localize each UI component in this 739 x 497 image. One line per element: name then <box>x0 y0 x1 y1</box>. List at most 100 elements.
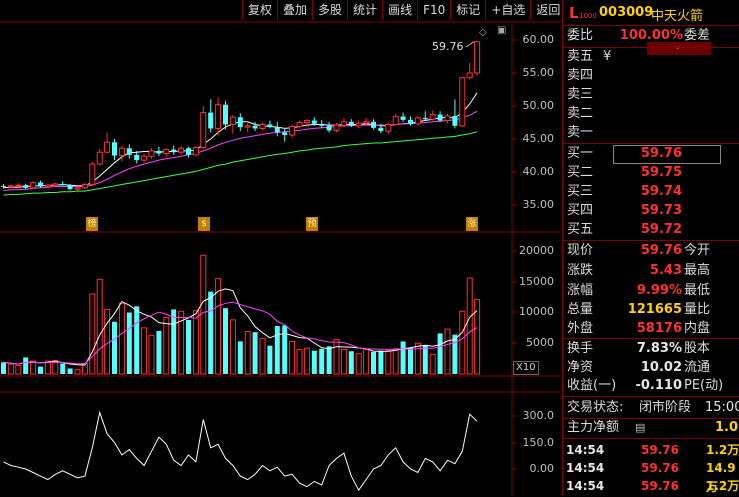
marker-dollar[interactable]: $ <box>198 217 210 231</box>
candle-body <box>208 112 214 129</box>
stat-value: -0.110 <box>635 378 682 393</box>
tb-add-watchlist-button[interactable]: +自选 <box>485 0 530 20</box>
candle-body <box>223 104 228 125</box>
volume-bar <box>171 309 177 374</box>
stat-label2: 流通 <box>684 360 711 375</box>
candle-body <box>96 151 103 165</box>
buy-label: 买五 <box>567 222 594 237</box>
trade-status-row: 交易状态: 闭市阶段 15:00 <box>563 398 739 418</box>
stat2-row: 收益(一) -0.110 PE(动) <box>563 376 739 396</box>
sell5-row[interactable]: 卖五 ¥ <box>563 47 739 67</box>
volume-bar <box>289 340 296 375</box>
market-sub: 1000 <box>579 12 597 20</box>
candle-body <box>178 147 185 153</box>
buy-price: 59.73 <box>640 203 682 218</box>
chart-area[interactable]: 复权 叠加 多股 统计 画线 F10 标记 +自选 返回 ◇ ▣ 59.76 6… <box>0 0 560 496</box>
volume-bar <box>333 339 340 375</box>
candle-body <box>392 116 399 125</box>
volume-bar <box>192 310 199 375</box>
window-icon[interactable]: ▣ <box>497 25 506 36</box>
marker-yu[interactable]: 预 <box>306 217 318 231</box>
tb-back-button[interactable]: 返回 <box>530 0 565 20</box>
price-axis-label: 60.00 <box>522 33 555 46</box>
tick-price: 59.76 <box>641 461 679 475</box>
buy2-row[interactable]: 买二 59.75 <box>563 163 739 183</box>
max-price-label: 59.76 <box>432 40 464 53</box>
candle-body <box>192 147 199 156</box>
main-net-row[interactable]: 主力净额 ▤ 1.0 <box>563 418 739 438</box>
volume-bar <box>363 348 370 375</box>
diamond-icon[interactable]: ◇ <box>479 27 487 38</box>
buy5-row[interactable]: 买五 59.72 <box>563 220 739 240</box>
tick-time: 14:54 <box>566 461 605 475</box>
buy-label: 买二 <box>567 165 594 180</box>
indicator-line <box>3 410 478 492</box>
candle-body <box>333 124 340 131</box>
tb-stats-button[interactable]: 统计 <box>347 0 382 20</box>
candle-body <box>118 147 125 157</box>
volume-bar <box>1 362 6 374</box>
marker-zhang[interactable]: 涨 <box>466 217 478 231</box>
chart-toolbar: 复权 叠加 多股 统计 画线 F10 标记 +自选 返回 <box>242 0 565 22</box>
candle-body <box>459 77 466 127</box>
volume-multiplier-badge: X10 <box>513 361 539 375</box>
candle-body <box>429 114 436 120</box>
max-price-leader <box>465 41 475 48</box>
tick-row: 14:54 59.76 1.2万 <box>563 477 739 496</box>
candle-body <box>112 142 117 156</box>
main-net-value: 1.0 <box>715 420 739 435</box>
stock-name[interactable]: 中天火箭 <box>651 5 703 24</box>
tb-fuquan-button[interactable]: 复权 <box>242 0 277 20</box>
stat-row: 涨跌 5.43 最高 <box>563 261 739 281</box>
stat-label2: 最高 <box>684 263 711 278</box>
candle-body <box>126 148 132 155</box>
volume-bar <box>244 331 251 375</box>
sell4-row[interactable]: 卖四 <box>563 66 739 86</box>
buy4-row[interactable]: 买四 59.73 <box>563 201 739 221</box>
volume-bar <box>237 341 243 374</box>
candle-body <box>200 112 207 149</box>
indicator-axis-label: 300.0 <box>522 409 555 422</box>
stat-row: 外盘 58176 内盘 <box>563 319 739 339</box>
indicator-axis-label: 150.0 <box>522 436 555 449</box>
candle-body <box>466 72 473 79</box>
tb-drawline-button[interactable]: 画线 <box>382 0 417 20</box>
marker-bang[interactable]: 榜 <box>86 217 98 231</box>
volume-axis-label: 20000 <box>519 244 554 257</box>
list-icon[interactable]: ▤ <box>635 418 645 438</box>
buy1-row[interactable]: 买一 59.76 <box>563 144 739 164</box>
tb-multistock-button[interactable]: 多股 <box>312 0 347 20</box>
buy3-row[interactable]: 买三 59.74 <box>563 182 739 202</box>
candle-body <box>30 182 37 189</box>
candle-body <box>282 132 288 136</box>
volume-bar <box>163 316 170 375</box>
stock-header: L 1000 003009 中天火箭 <box>563 0 739 26</box>
kline-chart[interactable] <box>0 0 560 496</box>
tb-f10-button[interactable]: F10 <box>417 0 450 20</box>
buy-label: 买三 <box>567 184 594 199</box>
stat-label2: 量比 <box>684 302 711 317</box>
sell-label: 卖三 <box>567 87 594 102</box>
sell3-row[interactable]: 卖三 <box>563 85 739 105</box>
candle-body <box>274 127 280 133</box>
stat-label: 总量 <box>567 302 594 317</box>
stat-label2: PE(动) <box>684 378 724 393</box>
stat-value: 58176 <box>636 321 682 336</box>
trade-status-value: 闭市阶段 <box>639 400 692 415</box>
stat-label: 涨跌 <box>567 263 594 278</box>
candle-body <box>303 120 310 123</box>
candle-body <box>474 41 481 74</box>
sell2-row[interactable]: 卖二 <box>563 104 739 124</box>
sell-label: 卖五 <box>567 49 594 64</box>
candle-body <box>67 185 73 190</box>
volume-bar <box>208 291 214 374</box>
candle-body <box>15 184 22 187</box>
stat-value: 7.83% <box>636 341 682 356</box>
sell1-row[interactable]: 卖一 <box>563 123 739 143</box>
tb-mark-button[interactable]: 标记 <box>450 0 485 20</box>
tb-overlay-button[interactable]: 叠加 <box>277 0 312 20</box>
candle-body <box>408 119 413 124</box>
buy-label: 买一 <box>567 146 594 161</box>
stock-code[interactable]: 003009 <box>599 5 653 20</box>
volume-bar <box>400 341 406 374</box>
